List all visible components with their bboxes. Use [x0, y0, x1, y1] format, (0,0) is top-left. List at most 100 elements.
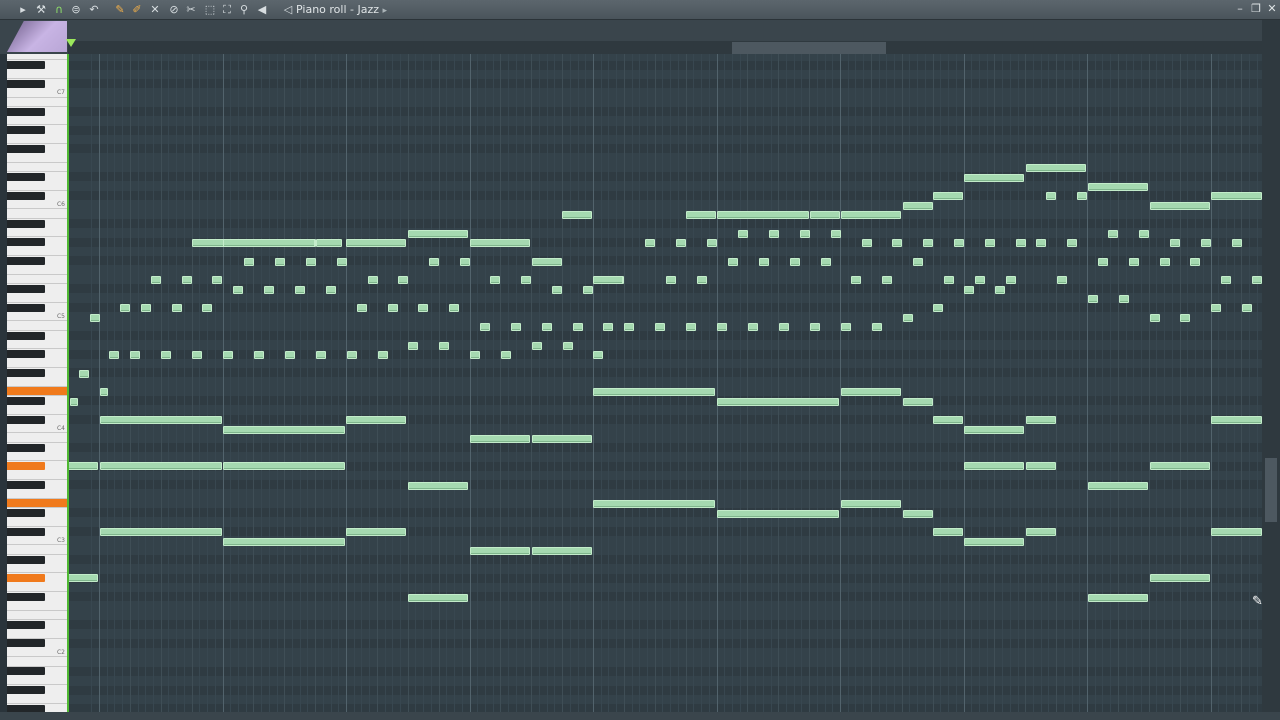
white-key[interactable]: [7, 340, 67, 350]
midi-note[interactable]: [532, 258, 562, 266]
note-grid[interactable]: [68, 54, 1262, 712]
white-key[interactable]: [7, 434, 67, 443]
midi-note[interactable]: [285, 351, 295, 359]
white-key[interactable]: [7, 98, 67, 107]
midi-note[interactable]: [68, 574, 98, 582]
black-key[interactable]: [7, 396, 45, 405]
midi-note[interactable]: [810, 211, 840, 219]
black-key[interactable]: [7, 462, 45, 471]
midi-note[interactable]: [1026, 528, 1056, 536]
pencil-icon[interactable]: ✎: [113, 2, 127, 18]
midi-note[interactable]: [923, 239, 933, 247]
midi-note[interactable]: [141, 304, 151, 312]
midi-note[interactable]: [1139, 230, 1149, 238]
midi-note[interactable]: [326, 286, 336, 294]
midi-note[interactable]: [100, 416, 222, 424]
midi-note[interactable]: [676, 239, 686, 247]
midi-note[interactable]: [1088, 295, 1098, 303]
midi-note[interactable]: [1057, 276, 1067, 284]
record-icon[interactable]: ⊜: [69, 2, 83, 18]
midi-note[interactable]: [357, 304, 367, 312]
midi-note[interactable]: [645, 239, 655, 247]
midi-note[interactable]: [1150, 574, 1210, 582]
black-key[interactable]: [7, 480, 45, 489]
midi-note[interactable]: [810, 323, 820, 331]
black-key[interactable]: [7, 704, 45, 712]
midi-note[interactable]: [1211, 192, 1262, 200]
midi-note[interactable]: [1006, 276, 1016, 284]
white-key[interactable]: [7, 611, 67, 620]
midi-note[interactable]: [378, 351, 388, 359]
white-key[interactable]: [7, 583, 67, 592]
midi-note[interactable]: [985, 239, 995, 247]
black-key[interactable]: [7, 191, 45, 200]
restore-icon[interactable]: ❐: [1249, 2, 1263, 16]
midi-note[interactable]: [316, 239, 342, 247]
midi-note[interactable]: [460, 258, 470, 266]
black-key[interactable]: [7, 686, 45, 695]
midi-note[interactable]: [68, 462, 98, 470]
midi-note[interactable]: [759, 258, 769, 266]
mute-icon[interactable]: ⊘: [167, 2, 181, 18]
white-key[interactable]: [7, 163, 67, 173]
midi-note[interactable]: [408, 230, 468, 238]
midi-note[interactable]: [717, 211, 809, 219]
white-key[interactable]: [7, 182, 67, 191]
black-key[interactable]: [7, 79, 45, 88]
midi-note[interactable]: [1026, 462, 1056, 470]
midi-note[interactable]: [408, 594, 468, 602]
midi-note[interactable]: [368, 276, 378, 284]
midi-note[interactable]: [1129, 258, 1139, 266]
midi-note[interactable]: [449, 304, 459, 312]
midi-note[interactable]: [470, 435, 530, 443]
midi-note[interactable]: [573, 323, 583, 331]
midi-note[interactable]: [666, 276, 676, 284]
midi-note[interactable]: [70, 398, 78, 406]
vertical-scrollbar[interactable]: [1262, 20, 1280, 712]
midi-note[interactable]: [521, 276, 531, 284]
midi-note[interactable]: [624, 323, 634, 331]
midi-note[interactable]: [1221, 276, 1231, 284]
white-key[interactable]: [7, 518, 67, 527]
midi-note[interactable]: [1232, 239, 1242, 247]
midi-note[interactable]: [408, 482, 468, 490]
midi-note[interactable]: [995, 286, 1005, 294]
midi-note[interactable]: [501, 351, 511, 359]
midi-note[interactable]: [109, 351, 119, 359]
midi-note[interactable]: [728, 258, 738, 266]
midi-note[interactable]: [552, 286, 562, 294]
white-key[interactable]: [7, 359, 67, 369]
black-key[interactable]: [7, 238, 45, 247]
midi-note[interactable]: [851, 276, 861, 284]
midi-note[interactable]: [933, 192, 963, 200]
midi-note[interactable]: [933, 528, 963, 536]
midi-note[interactable]: [563, 342, 573, 350]
black-key[interactable]: [7, 508, 45, 517]
midi-note[interactable]: [903, 314, 913, 322]
midi-note[interactable]: [244, 258, 254, 266]
midi-note[interactable]: [1201, 239, 1211, 247]
speaker-icon[interactable]: ◀: [255, 2, 269, 18]
close-icon[interactable]: ✕: [1265, 2, 1279, 16]
midi-note[interactable]: [790, 258, 800, 266]
midi-note[interactable]: [346, 239, 406, 247]
midi-note[interactable]: [1170, 239, 1180, 247]
white-key[interactable]: [7, 490, 67, 499]
white-key[interactable]: [7, 70, 67, 79]
midi-note[interactable]: [655, 323, 665, 331]
black-key[interactable]: [7, 667, 45, 676]
midi-note[interactable]: [964, 538, 1024, 546]
midi-note[interactable]: [1150, 462, 1210, 470]
white-key[interactable]: [7, 322, 67, 331]
midi-note[interactable]: [233, 286, 243, 294]
white-key[interactable]: [7, 247, 67, 257]
midi-note[interactable]: [593, 351, 603, 359]
black-key[interactable]: [7, 527, 45, 536]
zoom-select-icon[interactable]: ⛶: [220, 2, 234, 18]
midi-note[interactable]: [1088, 594, 1148, 602]
menu-arrow-icon[interactable]: ▸: [16, 2, 30, 18]
midi-note[interactable]: [841, 323, 851, 331]
midi-note[interactable]: [254, 351, 264, 359]
slice-icon[interactable]: ✂: [184, 2, 198, 18]
midi-note[interactable]: [913, 258, 923, 266]
